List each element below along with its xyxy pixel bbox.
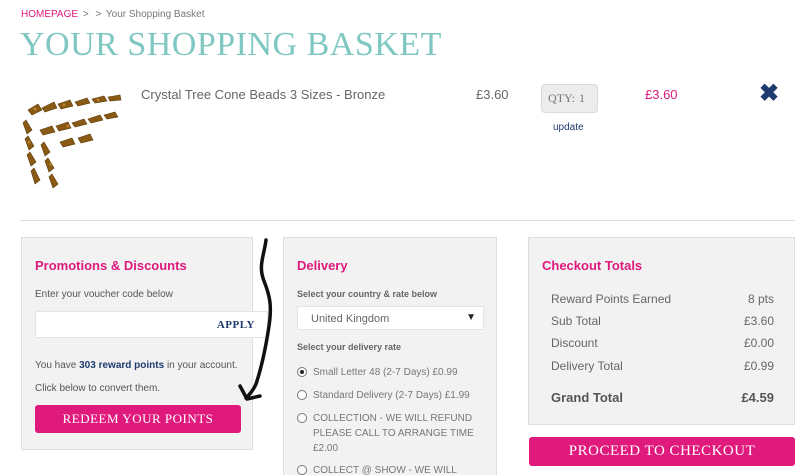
product-image[interactable] xyxy=(20,90,125,190)
voucher-field-wrapper: APPLY xyxy=(35,311,268,338)
totals-value: £3.60 xyxy=(743,314,774,328)
update-link[interactable]: update xyxy=(553,122,584,133)
radio-button[interactable] xyxy=(297,390,307,400)
breadcrumb-home-link[interactable]: HOMEPAGE xyxy=(21,9,78,20)
totals-value: £0.99 xyxy=(743,359,774,373)
quantity-input[interactable] xyxy=(578,91,591,106)
totals-label: Discount xyxy=(551,336,598,350)
delivery-option[interactable]: COLLECTION - WE WILL REFUND PLEASE CALL … xyxy=(297,411,487,456)
delivery-option-label: Small Letter 48 (2-7 Days) £0.99 xyxy=(313,367,458,378)
totals-label: Reward Points Earned xyxy=(551,292,672,306)
quantity-box: QTY: xyxy=(541,84,598,113)
breadcrumb: HOMEPAGE > > Your Shopping Basket xyxy=(21,9,205,20)
quantity-label: QTY: xyxy=(548,91,575,105)
totals-title: Checkout Totals xyxy=(542,258,643,273)
totals-value: £0.00 xyxy=(743,336,774,350)
delivery-option-label: COLLECTION - WE WILL REFUND PLEASE CALL … xyxy=(313,413,474,454)
unit-price: £3.60 xyxy=(476,87,509,102)
grand-total-label: Grand Total xyxy=(551,390,623,405)
remove-item-button[interactable]: ✖ xyxy=(759,82,779,106)
totals-row: Delivery Total £0.99 xyxy=(551,359,774,373)
proceed-to-checkout-button[interactable]: PROCEED TO CHECKOUT xyxy=(529,437,795,466)
redeem-points-button[interactable]: REDEEM YOUR POINTS xyxy=(35,405,241,433)
totals-label: Delivery Total xyxy=(551,359,623,373)
totals-row: Discount £0.00 xyxy=(551,336,774,350)
delivery-option-label: COLLECT @ SHOW - WE WILL xyxy=(313,465,457,475)
grand-total-value: £4.59 xyxy=(741,390,774,405)
product-name[interactable]: Crystal Tree Cone Beads 3 Sizes - Bronze xyxy=(141,87,385,102)
totals-row: Reward Points Earned 8 pts xyxy=(551,292,774,306)
voucher-label: Enter your voucher code below xyxy=(35,289,173,300)
voucher-code-input[interactable] xyxy=(42,316,192,334)
radio-button[interactable] xyxy=(297,413,307,423)
rate-label: Select your delivery rate xyxy=(297,342,402,352)
breadcrumb-separator: > xyxy=(82,9,89,20)
country-select[interactable]: United Kingdom ▼ xyxy=(297,306,484,330)
totals-label: Sub Total xyxy=(551,314,601,328)
convert-text: Click below to convert them. xyxy=(35,383,161,394)
points-prefix: You have xyxy=(35,360,77,371)
grand-total-row: Grand Total £4.59 xyxy=(551,390,774,405)
reward-points-text: You have 303 reward points in your accou… xyxy=(35,360,238,371)
line-total: £3.60 xyxy=(645,87,678,102)
totals-row: Sub Total £3.60 xyxy=(551,314,774,328)
delivery-option[interactable]: COLLECT @ SHOW - WE WILL xyxy=(297,463,487,475)
delivery-option[interactable]: Small Letter 48 (2-7 Days) £0.99 xyxy=(297,365,487,380)
points-suffix: in your account. xyxy=(166,360,238,371)
breadcrumb-current: Your Shopping Basket xyxy=(105,9,205,20)
breadcrumb-separator: > xyxy=(95,9,102,20)
close-icon: ✖ xyxy=(759,80,780,107)
promotions-title: Promotions & Discounts xyxy=(35,258,187,273)
divider xyxy=(20,220,795,221)
points-value: 303 reward points xyxy=(79,360,165,371)
delivery-panel: Delivery Select your country & rate belo… xyxy=(283,237,497,475)
delivery-option-label: Standard Delivery (2-7 Days) £1.99 xyxy=(313,390,470,401)
promotions-panel: Promotions & Discounts Enter your vouche… xyxy=(21,237,268,450)
checkout-totals-panel: Checkout Totals Reward Points Earned 8 p… xyxy=(528,237,795,425)
radio-button-checked[interactable] xyxy=(297,367,307,377)
chevron-down-icon: ▼ xyxy=(466,312,476,323)
country-label: Select your country & rate below xyxy=(297,289,438,299)
delivery-title: Delivery xyxy=(297,258,348,273)
page-title: YOUR SHOPPING BASKET xyxy=(20,26,442,63)
radio-button[interactable] xyxy=(297,465,307,475)
delivery-option[interactable]: Standard Delivery (2-7 Days) £1.99 xyxy=(297,388,487,403)
totals-value: 8 pts xyxy=(747,292,774,306)
apply-button[interactable]: APPLY xyxy=(217,319,255,331)
country-value: United Kingdom xyxy=(311,313,390,325)
